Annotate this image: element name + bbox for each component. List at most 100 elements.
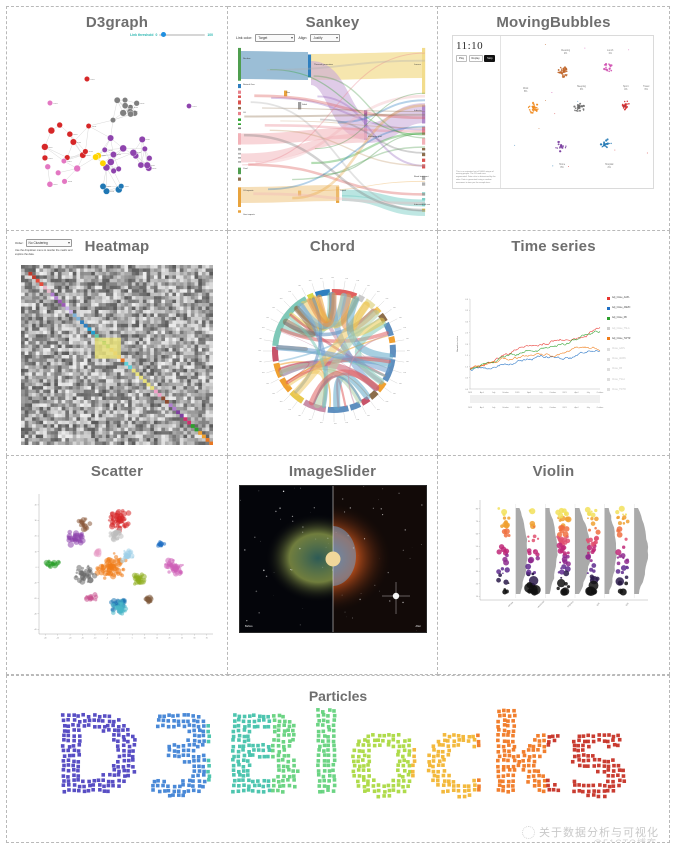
svg-text:••••: •••• (266, 383, 269, 385)
legend-item[interactable]: Adj_Close_TWTR (607, 334, 667, 344)
svg-text:••••: •••• (262, 327, 265, 329)
watermark-face-icon (522, 825, 535, 839)
svg-text:••••: •••• (367, 285, 370, 287)
chord-diagram[interactable]: •••• •••• •••• •••• •••• •••• •••• •••• •••• ••••… (248, 259, 420, 443)
panel-scatter[interactable]: Scatter -30 -25 -20 -15 -10 -5 0 5 10 15 20 25 30 35-… (6, 456, 228, 675)
legend-item[interactable]: Adj_Close_FB (607, 313, 667, 323)
legend-label: Adj_Close_TSLA (612, 327, 630, 330)
svg-text:3.5: 3.5 (465, 310, 469, 312)
replay-button[interactable]: Replay (468, 55, 483, 62)
legend-item[interactable]: Close_TSLA (607, 375, 667, 385)
legend-item[interactable]: Close_FB (607, 364, 667, 374)
panel-imageslider[interactable]: ImageSlider Before After (228, 456, 438, 675)
svg-text:April: April (574, 406, 578, 409)
sankey-diagram[interactable]: Nuclear Natural Gas Oil Coal Oil imports Gas … (236, 43, 430, 221)
svg-text:4.0: 4.0 (465, 299, 469, 301)
scatter-plot[interactable]: -30 -25 -20 -15 -10 -5 0 5 10 15 20 25 30 35 -40 -30 -20… (23, 486, 219, 654)
legend-item[interactable]: Close_TWTR (607, 385, 667, 395)
svg-text:••••••: •••••• (92, 126, 97, 128)
svg-text:10: 10 (144, 637, 146, 639)
svg-text:July: July (539, 407, 542, 409)
legend-swatch (607, 306, 610, 310)
svg-text:••••••: •••••• (117, 154, 122, 156)
svg-text:••••: •••• (259, 339, 262, 341)
panel-title-particles: Particles (308, 688, 368, 704)
svg-text:••••: •••• (331, 277, 334, 279)
svg-text:April: April (527, 406, 531, 409)
cluster-pct: 3% (579, 88, 584, 91)
svg-text:••••: •••• (403, 327, 406, 329)
sankey-controls[interactable]: Link color: Target Align: Justify (236, 34, 341, 42)
legend-swatch (607, 347, 610, 351)
svg-text:••••: •••• (280, 402, 283, 404)
svg-text:40: 40 (476, 558, 479, 560)
heatmap-order-control[interactable]: Order: No Clustering (15, 239, 72, 247)
svg-text:April: April (480, 391, 484, 394)
imageslider-handle[interactable] (325, 551, 341, 567)
svg-text:Oil: Oil (243, 112, 246, 114)
panel-timeseries[interactable]: Time series 0.0 0.5 1.0 1.5 2.0 2.5 3.0 3.5 4.0 2… (438, 231, 670, 456)
panel-violin[interactable]: Violin 10 20 30 40 50 60 70 80 setosa versicolor… (438, 456, 670, 675)
panel-title-timeseries: Time series (511, 238, 596, 255)
legend-swatch (607, 357, 610, 361)
panel-movingbubbles[interactable]: MovingBubbles 11:10 Play Replay Stop Thi… (438, 6, 670, 231)
panel-title-sankey: Sankey (305, 14, 360, 31)
panel-particles[interactable]: Particles 关于数据分析与可视化 @51CTO博客 (6, 675, 670, 843)
svg-text:2019: 2019 (468, 392, 472, 394)
svg-text:••••: •••• (399, 383, 402, 385)
svg-text:••••••: •••••• (192, 106, 197, 108)
panel-heatmap[interactable]: Heatmap Order: No Clustering Use the dro… (6, 231, 228, 456)
panel-d3graph[interactable]: D3graph Link threshold 0 100 •••••• •••••… (6, 6, 228, 231)
svg-text:••••: •••• (298, 285, 301, 287)
particles-stage[interactable] (7, 704, 669, 824)
svg-text:-40: -40 (34, 629, 37, 631)
svg-text:••••: •••• (393, 307, 396, 309)
movingbubbles-frame[interactable]: 11:10 Play Replay Stop This is an animat… (452, 35, 654, 189)
bubble-cluster-label: Home 8% (559, 164, 565, 170)
legend-label: Close_AMZN (612, 358, 626, 361)
heatmap-matrix[interactable] (21, 265, 213, 445)
legend-swatch (607, 388, 610, 392)
legend-label: Close_TSLA (612, 378, 625, 381)
legend-item[interactable]: Adj_Close_AMZN (607, 303, 667, 313)
svg-text:••••••: •••••• (129, 106, 134, 108)
heatmap-order-select[interactable]: No Clustering (25, 239, 72, 247)
svg-text:Natural Gas: Natural Gas (243, 83, 256, 86)
movingbubbles-canvas[interactable]: Cleaning 2% Lunch 1% Work 8% Sleeping 3% Sport 4%… (501, 36, 653, 188)
svg-text:70: 70 (476, 521, 479, 523)
play-button[interactable]: Play (456, 55, 468, 62)
stop-button[interactable]: Stop (484, 55, 496, 62)
cluster-pct: 8% (524, 90, 528, 93)
svg-text:••••: •••• (403, 373, 406, 375)
d3graph-plot[interactable]: Link threshold 0 100 •••••• •••••• •••••• •… (17, 31, 217, 223)
svg-text:••••: •••• (266, 317, 269, 319)
panel-chord[interactable]: Chord •••• •••• •••• •••• •••• •••• •••• •••• ••… (228, 231, 438, 456)
legend-item[interactable]: Close_AMZN (607, 354, 667, 364)
svg-text:••••: •••• (298, 415, 301, 417)
sankey-align-select[interactable]: Justify (310, 34, 341, 42)
movingbubbles-description: This is an animated set of 10000 unique … (456, 171, 497, 185)
sankey-linkcolor-select[interactable]: Target (255, 34, 296, 42)
cluster-name: Travel (643, 86, 650, 88)
cluster-pct: 4% (624, 88, 628, 91)
movingbubbles-buttons[interactable]: Play Replay Stop (456, 55, 497, 62)
imageslider-viewer[interactable]: Before After (240, 486, 426, 632)
legend-item[interactable]: Close_AAPL (607, 344, 667, 354)
violin-plot[interactable]: 10 20 30 40 50 60 70 80 setosa versicolor virgini… (458, 492, 654, 618)
svg-text:Nuclear: Nuclear (243, 57, 251, 60)
svg-text:••••: •••• (386, 402, 389, 404)
svg-text:Electricity grid: Electricity grid (368, 135, 382, 138)
cluster-pct: 6% (644, 88, 648, 91)
svg-text:0: 0 (36, 567, 37, 569)
panel-sankey[interactable]: Sankey Link color: Target Align: Justify… (228, 6, 438, 231)
legend-item[interactable]: Adj_Close_TSLA (607, 324, 667, 334)
legend-item[interactable]: Adj_Close_AAPL (607, 293, 667, 303)
svg-text:April: April (527, 391, 531, 394)
svg-text:July: July (586, 392, 589, 394)
svg-text:20: 20 (476, 583, 479, 585)
cluster-name: Cleaning (561, 50, 571, 52)
svg-text:••••: •••• (345, 422, 348, 424)
svg-text:••••: •••• (377, 291, 380, 293)
timeseries-legend[interactable]: Adj_Close_AAPL Adj_Close_AMZN Adj_Close_FB… (607, 293, 667, 395)
svg-text:••••••: •••••• (108, 150, 113, 152)
